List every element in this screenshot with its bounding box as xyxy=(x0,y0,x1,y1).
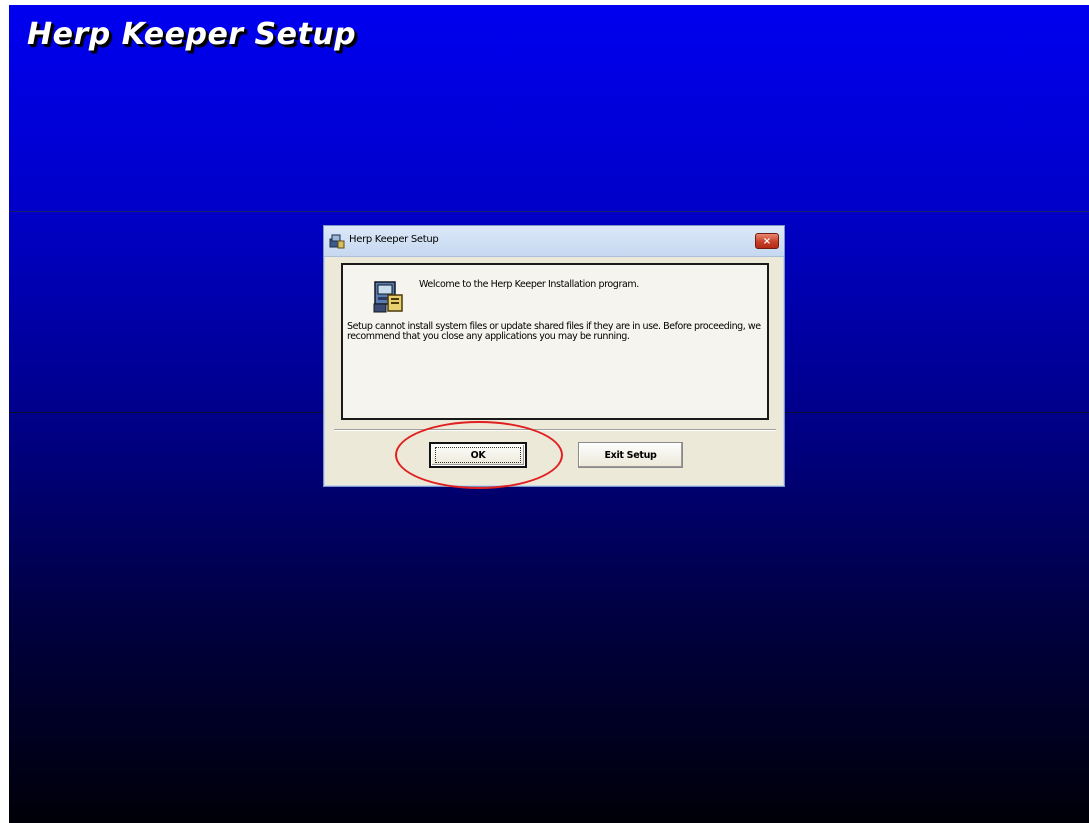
warning-message: Setup cannot install system files or upd… xyxy=(347,321,761,342)
background-title: Herp Keeper Setup xyxy=(27,17,357,52)
button-divider xyxy=(334,429,776,431)
ok-button-label: OK xyxy=(435,447,521,463)
exit-setup-label: Exit Setup xyxy=(604,449,657,461)
exit-setup-button[interactable]: Exit Setup xyxy=(578,442,683,468)
welcome-message: Welcome to the Herp Keeper Installation … xyxy=(419,279,639,290)
background-divider xyxy=(9,211,1089,212)
message-panel: Welcome to the Herp Keeper Installation … xyxy=(341,263,769,420)
close-button[interactable]: × xyxy=(755,233,779,249)
close-icon: × xyxy=(762,236,772,247)
setup-dialog: Herp Keeper Setup × Welcome to the Herp … xyxy=(323,225,785,487)
dialog-title: Herp Keeper Setup xyxy=(349,234,439,245)
dialog-titlebar[interactable]: Herp Keeper Setup × xyxy=(324,226,784,257)
setup-icon xyxy=(329,234,345,249)
setup-icon xyxy=(373,281,403,313)
ok-button[interactable]: OK xyxy=(429,442,527,468)
